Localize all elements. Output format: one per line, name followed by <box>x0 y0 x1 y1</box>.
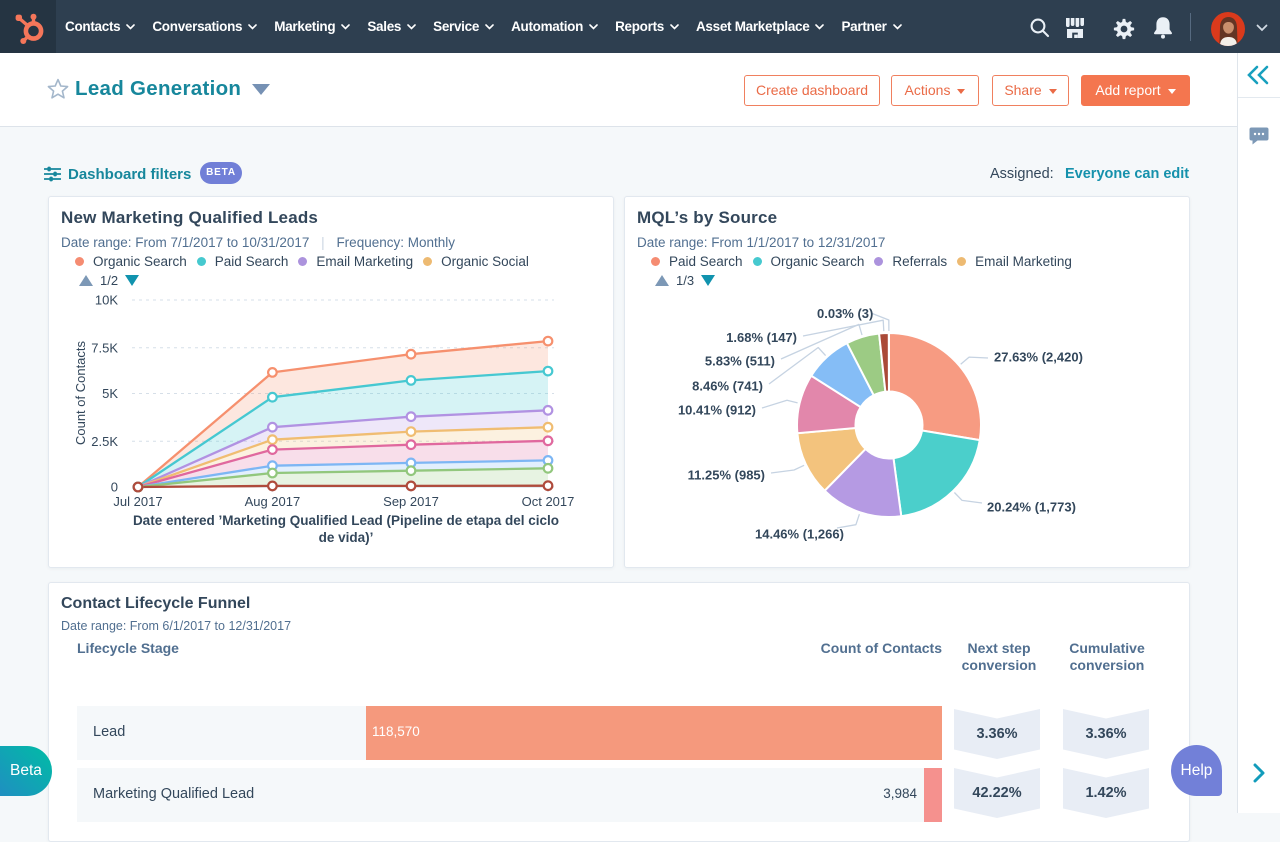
svg-text:14.46% (1,266): 14.46% (1,266) <box>755 527 844 542</box>
svg-text:Oct 2017: Oct 2017 <box>522 494 575 509</box>
svg-text:de vida)’: de vida)’ <box>319 530 374 545</box>
svg-text:5.83% (511): 5.83% (511) <box>705 354 775 369</box>
svg-text:0.03% (3): 0.03% (3) <box>817 306 873 321</box>
svg-text:Date entered ’Marketing Qualif: Date entered ’Marketing Qualified Lead (… <box>133 513 559 528</box>
svg-text:Sep 2017: Sep 2017 <box>383 494 439 509</box>
svg-text:10K: 10K <box>95 293 118 308</box>
svg-text:7.5K: 7.5K <box>91 340 118 355</box>
svg-text:20.24% (1,773): 20.24% (1,773) <box>987 500 1076 515</box>
svg-text:27.63% (2,420): 27.63% (2,420) <box>994 350 1083 365</box>
svg-text:5K: 5K <box>102 386 118 401</box>
svg-text:10.41% (912): 10.41% (912) <box>678 403 756 418</box>
svg-text:Aug 2017: Aug 2017 <box>245 494 301 509</box>
svg-text:11.25% (985): 11.25% (985) <box>688 468 765 483</box>
svg-text:0: 0 <box>111 480 118 495</box>
svg-text:Count of Contacts: Count of Contacts <box>73 340 88 445</box>
svg-text:8.46% (741): 8.46% (741) <box>692 379 763 394</box>
svg-text:2.5K: 2.5K <box>91 434 118 449</box>
svg-text:1.68% (147): 1.68% (147) <box>726 330 797 345</box>
svg-text:Jul 2017: Jul 2017 <box>113 494 162 509</box>
